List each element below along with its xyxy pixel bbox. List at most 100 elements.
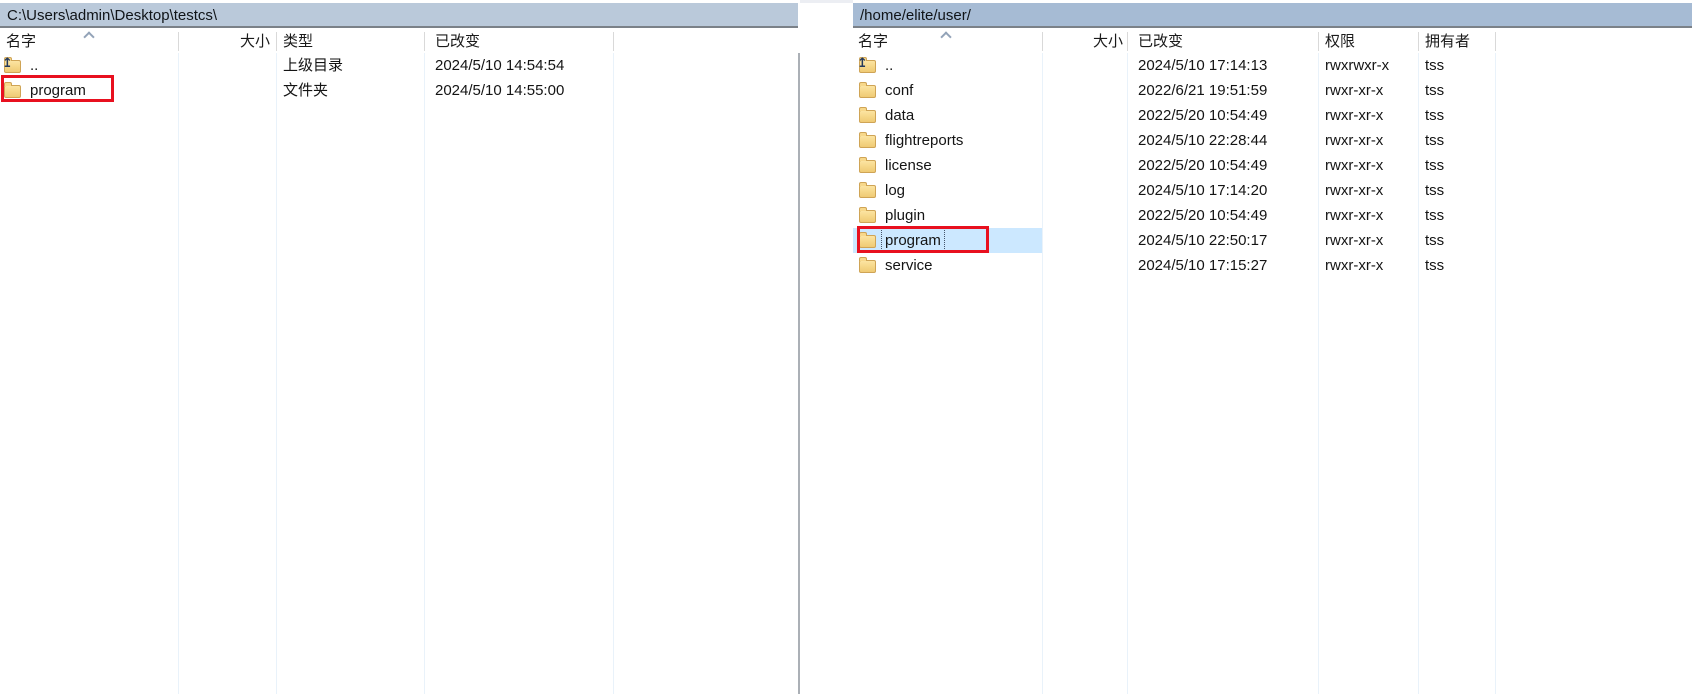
parent-folder-icon: ↥	[4, 60, 21, 73]
name-cell: license	[853, 153, 1042, 178]
size-cell	[1042, 53, 1127, 78]
red-annotation-box-remote-program	[857, 226, 989, 253]
changed-cell: 2024/5/10 22:28:44	[1127, 128, 1318, 153]
owner-cell: tss	[1418, 78, 1495, 103]
rights-cell: rwxr-xr-x	[1318, 128, 1418, 153]
size-cell	[178, 78, 276, 103]
changed-cell: 2024/5/10 14:54:54	[424, 53, 613, 78]
column-separator[interactable]	[613, 32, 614, 51]
changed-cell: 2024/5/10 14:55:00	[424, 78, 613, 103]
name-cell: data	[853, 103, 1042, 128]
rights-cell: rwxr-xr-x	[1318, 153, 1418, 178]
column-separator[interactable]	[276, 32, 277, 51]
owner-cell: tss	[1418, 178, 1495, 203]
sort-ascending-icon	[940, 31, 951, 42]
changed-cell: 2024/5/10 17:14:13	[1127, 53, 1318, 78]
name-cell: flightreports	[853, 128, 1042, 153]
sort-ascending-icon	[83, 31, 94, 42]
column-separator[interactable]	[1127, 32, 1128, 51]
remote-row-plugin[interactable]: plugin 2022/5/20 10:54:49 rwxr-xr-x tss	[853, 203, 1694, 228]
remote-row-flightreports[interactable]: flightreports 2024/5/10 22:28:44 rwxr-xr…	[853, 128, 1694, 153]
rights-cell: rwxr-xr-x	[1318, 178, 1418, 203]
local-row-program[interactable]: program 文件夹 2024/5/10 14:55:00	[0, 78, 800, 103]
remote-column-header-changed[interactable]: 已改变	[1127, 30, 1318, 53]
changed-cell: 2022/5/20 10:54:49	[1127, 153, 1318, 178]
column-gridline	[424, 53, 425, 694]
rights-cell: rwxr-xr-x	[1318, 103, 1418, 128]
remote-path-bar[interactable]: /home/elite/user/	[853, 3, 1692, 28]
owner-cell: tss	[1418, 103, 1495, 128]
changed-cell: 2022/6/21 19:51:59	[1127, 78, 1318, 103]
folder-icon	[859, 260, 876, 273]
folder-icon	[859, 185, 876, 198]
parent-up-arrow-icon: ↥	[2, 56, 13, 69]
local-file-list: ↥ .. 上级目录 2024/5/10 14:54:54 program 文件夹…	[0, 53, 800, 103]
panel-splitter[interactable]	[798, 30, 800, 694]
remote-row-data[interactable]: data 2022/5/20 10:54:49 rwxr-xr-x tss	[853, 103, 1694, 128]
type-cell: 文件夹	[276, 78, 424, 103]
folder-icon	[859, 210, 876, 223]
size-cell	[1042, 153, 1127, 178]
name-cell: ↥ ..	[853, 53, 1042, 78]
remote-row-license[interactable]: license 2022/5/20 10:54:49 rwxr-xr-x tss	[853, 153, 1694, 178]
column-gridline	[178, 53, 179, 694]
local-column-header-name[interactable]: 名字	[0, 30, 178, 53]
remote-row-conf[interactable]: conf 2022/6/21 19:51:59 rwxr-xr-x tss	[853, 78, 1694, 103]
column-separator[interactable]	[1495, 32, 1496, 51]
folder-icon	[859, 135, 876, 148]
remote-column-header-size[interactable]: 大小	[1042, 30, 1127, 53]
rights-cell: rwxr-xr-x	[1318, 78, 1418, 103]
local-column-header-changed[interactable]: 已改变	[424, 30, 613, 53]
rights-cell: rwxr-xr-x	[1318, 253, 1418, 278]
column-separator[interactable]	[424, 32, 425, 51]
owner-cell: tss	[1418, 53, 1495, 78]
folder-icon	[859, 160, 876, 173]
parent-up-arrow-icon: ↥	[857, 56, 868, 69]
column-separator[interactable]	[1042, 32, 1043, 51]
remote-row-log[interactable]: log 2024/5/10 17:14:20 rwxr-xr-x tss	[853, 178, 1694, 203]
changed-cell: 2024/5/10 22:50:17	[1127, 228, 1318, 253]
local-panel: C:\Users\admin\Desktop\testcs\ 名字 大小 类型 …	[0, 0, 800, 694]
name-cell: service	[853, 253, 1042, 278]
owner-cell: tss	[1418, 228, 1495, 253]
local-column-header-type[interactable]: 类型	[276, 30, 424, 53]
changed-cell: 2022/5/20 10:54:49	[1127, 103, 1318, 128]
folder-icon	[859, 85, 876, 98]
size-cell	[178, 53, 276, 78]
remote-column-header-name[interactable]: 名字	[853, 30, 1042, 53]
rights-cell: rwxr-xr-x	[1318, 228, 1418, 253]
changed-cell: 2022/5/20 10:54:49	[1127, 203, 1318, 228]
name-cell: log	[853, 178, 1042, 203]
column-separator[interactable]	[1318, 32, 1319, 51]
type-cell: 上级目录	[276, 53, 424, 78]
remote-row-service[interactable]: service 2024/5/10 17:15:27 rwxr-xr-x tss	[853, 253, 1694, 278]
size-cell	[1042, 103, 1127, 128]
column-gridline	[276, 53, 277, 694]
local-row-parent-dir[interactable]: ↥ .. 上级目录 2024/5/10 14:54:54	[0, 53, 800, 78]
local-path-bar[interactable]: C:\Users\admin\Desktop\testcs\	[0, 3, 798, 28]
red-annotation-box-local-program	[1, 75, 114, 102]
owner-cell: tss	[1418, 253, 1495, 278]
remote-column-header-row: 名字 大小 已改变 权限 拥有者	[853, 30, 1694, 53]
local-column-header-size[interactable]: 大小	[178, 30, 276, 53]
size-cell	[1042, 253, 1127, 278]
folder-icon	[859, 110, 876, 123]
owner-cell: tss	[1418, 203, 1495, 228]
owner-cell: tss	[1418, 128, 1495, 153]
size-cell	[1042, 78, 1127, 103]
name-cell: plugin	[853, 203, 1042, 228]
remote-column-header-owner[interactable]: 拥有者	[1418, 30, 1495, 53]
file-manager-dual-pane-window: C:\Users\admin\Desktop\testcs\ 名字 大小 类型 …	[0, 0, 1694, 694]
parent-folder-icon: ↥	[859, 60, 876, 73]
remote-column-header-rights[interactable]: 权限	[1318, 30, 1418, 53]
size-cell	[1042, 203, 1127, 228]
column-separator[interactable]	[1418, 32, 1419, 51]
rights-cell: rwxr-xr-x	[1318, 203, 1418, 228]
column-separator[interactable]	[178, 32, 179, 51]
local-column-header-row: 名字 大小 类型 已改变	[0, 30, 800, 53]
changed-cell: 2024/5/10 17:15:27	[1127, 253, 1318, 278]
remote-row-parent-dir[interactable]: ↥ .. 2024/5/10 17:14:13 rwxrwxr-x tss	[853, 53, 1694, 78]
remote-panel: /home/elite/user/ 名字 大小 已改变 权限 拥有者 ↥	[853, 0, 1694, 694]
owner-cell: tss	[1418, 153, 1495, 178]
changed-cell: 2024/5/10 17:14:20	[1127, 178, 1318, 203]
